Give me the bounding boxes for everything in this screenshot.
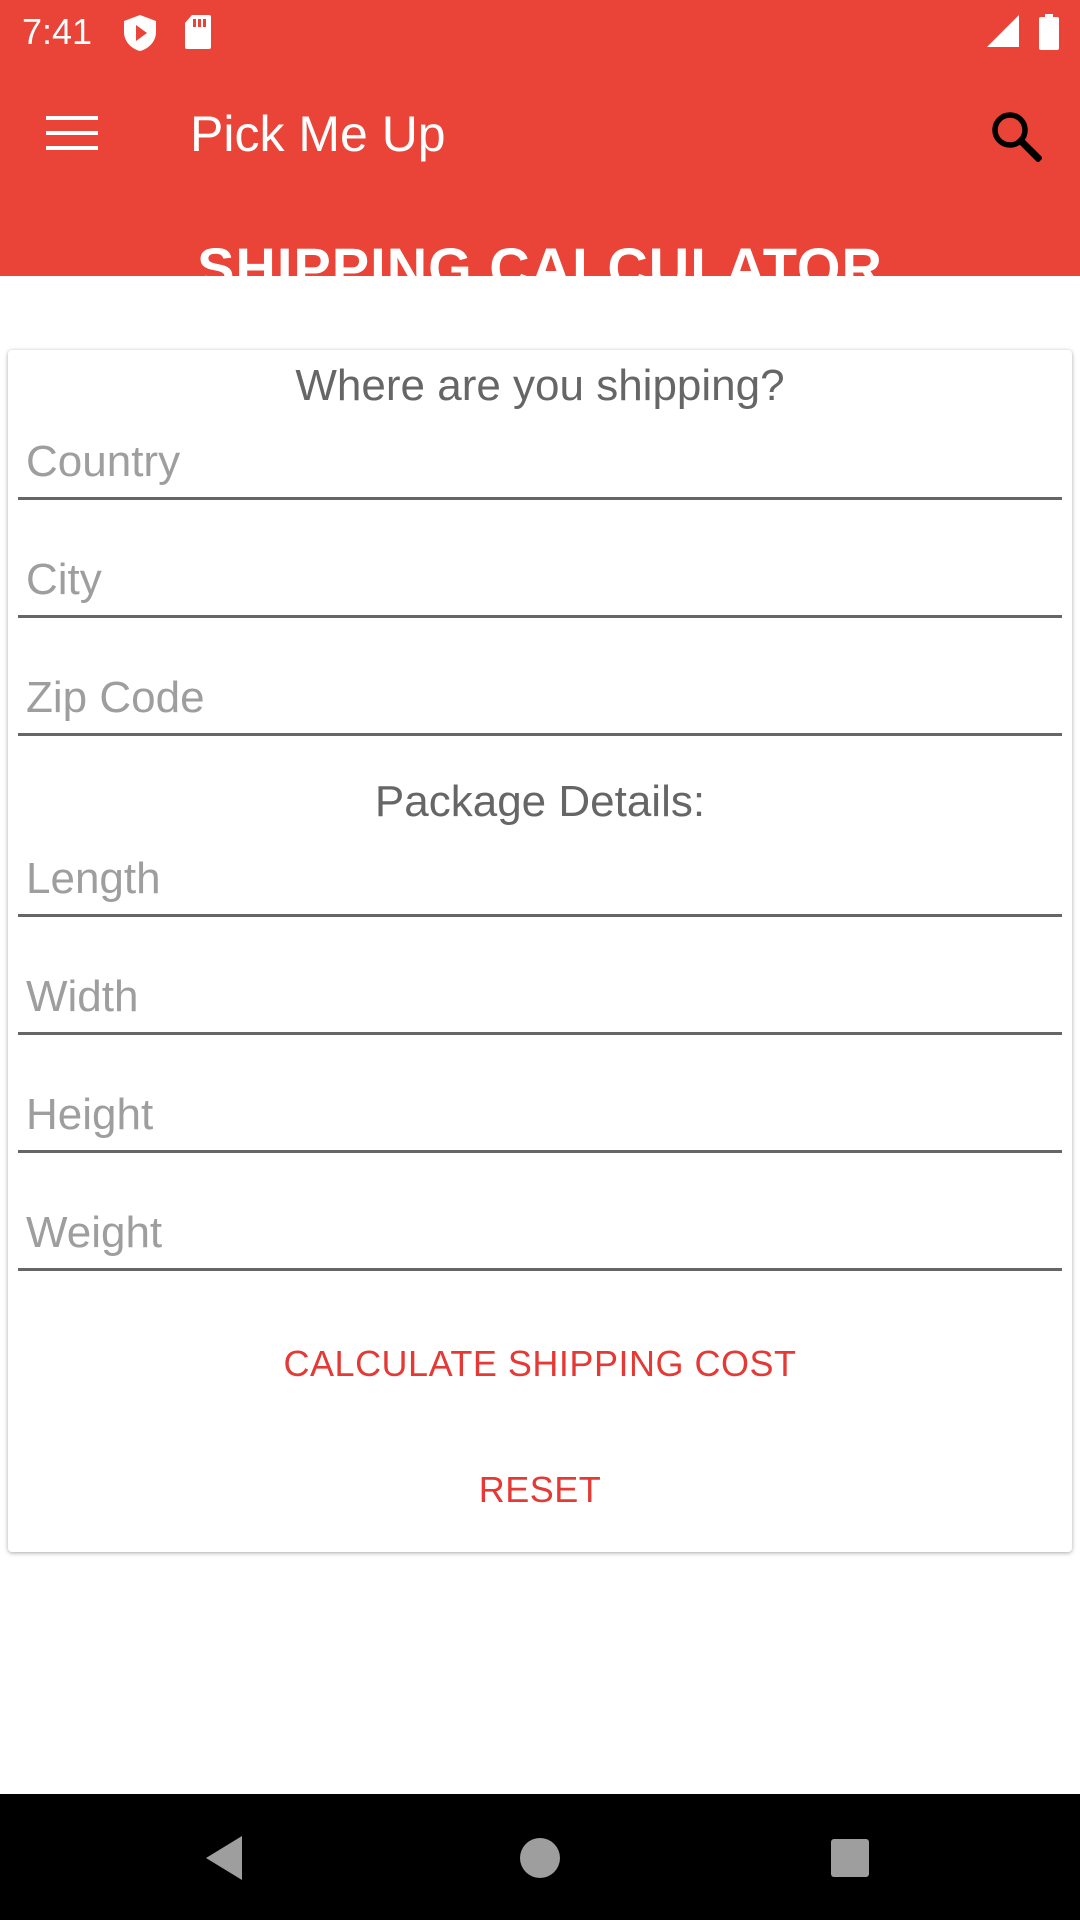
status-time: 7:41 bbox=[22, 11, 93, 52]
calculate-shipping-cost-button[interactable]: CALCULATE SHIPPING COST bbox=[8, 1340, 1072, 1388]
city-field[interactable] bbox=[18, 548, 1062, 618]
page-heading: SHIPPING CALCULATOR bbox=[197, 236, 883, 299]
height-field[interactable] bbox=[18, 1083, 1062, 1153]
battery-icon bbox=[1038, 14, 1060, 55]
back-button[interactable] bbox=[196, 1828, 256, 1888]
length-field[interactable] bbox=[18, 847, 1062, 917]
app-title: Pick Me Up bbox=[190, 106, 446, 162]
system-nav-bar bbox=[0, 1794, 1080, 1920]
zip-code-field[interactable] bbox=[18, 666, 1062, 736]
sd-card-icon bbox=[184, 14, 212, 55]
home-icon bbox=[520, 1838, 560, 1878]
recents-button[interactable] bbox=[820, 1828, 880, 1888]
signal-icon bbox=[986, 14, 1020, 53]
home-button[interactable] bbox=[510, 1828, 570, 1888]
destination-label: Where are you shipping? bbox=[295, 361, 785, 410]
app-bar: Pick Me Up SHIPPING CALCULATOR bbox=[0, 64, 1080, 299]
weight-field[interactable] bbox=[18, 1201, 1062, 1271]
reset-button[interactable]: RESET bbox=[8, 1466, 1072, 1514]
hamburger-menu-icon bbox=[46, 116, 98, 150]
shield-play-icon bbox=[122, 14, 158, 57]
package-details-label: Package Details: bbox=[374, 777, 706, 826]
search-button[interactable] bbox=[986, 106, 1046, 166]
width-field[interactable] bbox=[18, 965, 1062, 1035]
shipping-form-card: Where are you shipping? Package Details:… bbox=[8, 350, 1072, 1552]
search-icon bbox=[992, 112, 1042, 162]
menu-button[interactable] bbox=[36, 108, 108, 158]
recents-icon bbox=[831, 1839, 869, 1877]
back-icon bbox=[206, 1836, 242, 1880]
status-bar: 7:41 bbox=[0, 0, 1080, 64]
country-field[interactable] bbox=[18, 430, 1062, 500]
